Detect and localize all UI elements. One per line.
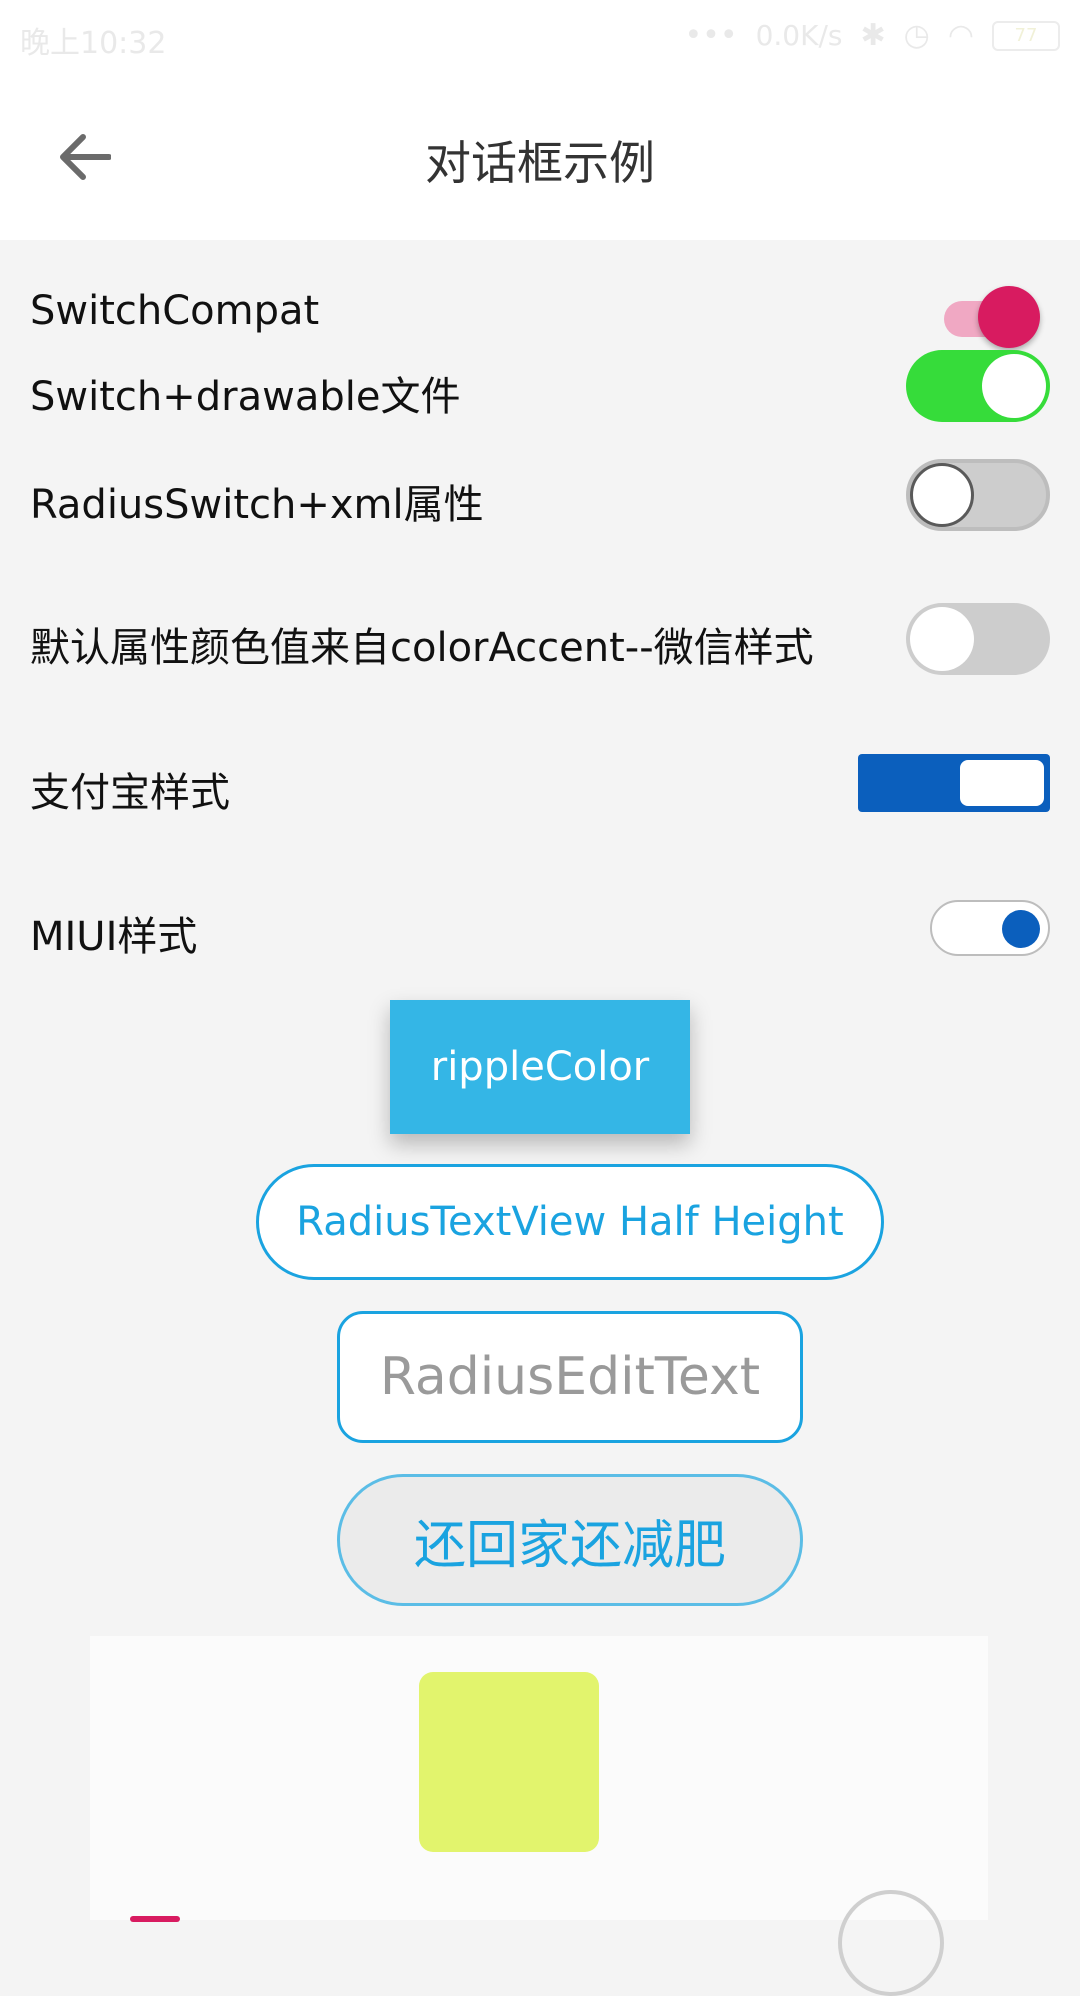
status-bar: 晚上10:32 ••• 0.0K/s ✱ ◷ ◠ 77	[0, 0, 1080, 72]
radius-textview-button[interactable]: RadiusTextView Half Height	[256, 1164, 884, 1280]
wechat-style-label: 默认属性颜色值来自colorAccent--微信样式	[30, 625, 814, 671]
status-time: 晚上10:32	[20, 26, 167, 61]
switch-thumb	[1002, 910, 1040, 948]
ripple-color-button[interactable]: rippleColor	[390, 1000, 690, 1134]
alipay-style-label: 支付宝样式	[30, 770, 230, 816]
miui-style-switch[interactable]	[930, 900, 1050, 956]
switch-thumb	[910, 607, 974, 671]
battery-icon: 77	[992, 20, 1060, 51]
switch-drawable-switch[interactable]	[906, 350, 1050, 422]
switch-thumb	[978, 286, 1040, 348]
alarm-icon: ◷	[903, 18, 930, 53]
wechat-style-switch[interactable]	[906, 603, 1050, 675]
app-bar: 对话框示例	[0, 72, 1080, 240]
radius-edittext-input[interactable]	[337, 1311, 803, 1443]
battery-level: 77	[1014, 24, 1038, 46]
alipay-style-switch[interactable]	[858, 754, 1050, 812]
switchcompat-label: SwitchCompat	[30, 288, 320, 334]
switch-thumb	[960, 760, 1044, 806]
switch-thumb	[982, 354, 1046, 418]
signal-dots-icon: •••	[684, 18, 738, 53]
network-speed: 0.0K/s	[755, 19, 843, 52]
switchcompat-switch[interactable]	[940, 286, 1040, 348]
radiusswitch-xml-switch[interactable]	[906, 459, 1050, 531]
page-title: 对话框示例	[425, 136, 655, 190]
radiusswitch-xml-label: RadiusSwitch+xml属性	[30, 482, 484, 528]
miui-style-label: MIUI样式	[30, 914, 198, 960]
circle-view[interactable]	[838, 1890, 944, 1996]
switch-drawable-label: Switch+drawable文件	[30, 374, 461, 420]
pill-button[interactable]: 还回家还减肥	[337, 1474, 803, 1606]
red-indicator	[130, 1916, 180, 1922]
wifi-icon: ◠	[947, 18, 974, 53]
switch-thumb	[910, 463, 974, 527]
color-square[interactable]	[419, 1672, 599, 1852]
bluetooth-icon: ✱	[860, 18, 886, 53]
status-icons: ••• 0.0K/s ✱ ◷ ◠ 77	[684, 18, 1060, 53]
